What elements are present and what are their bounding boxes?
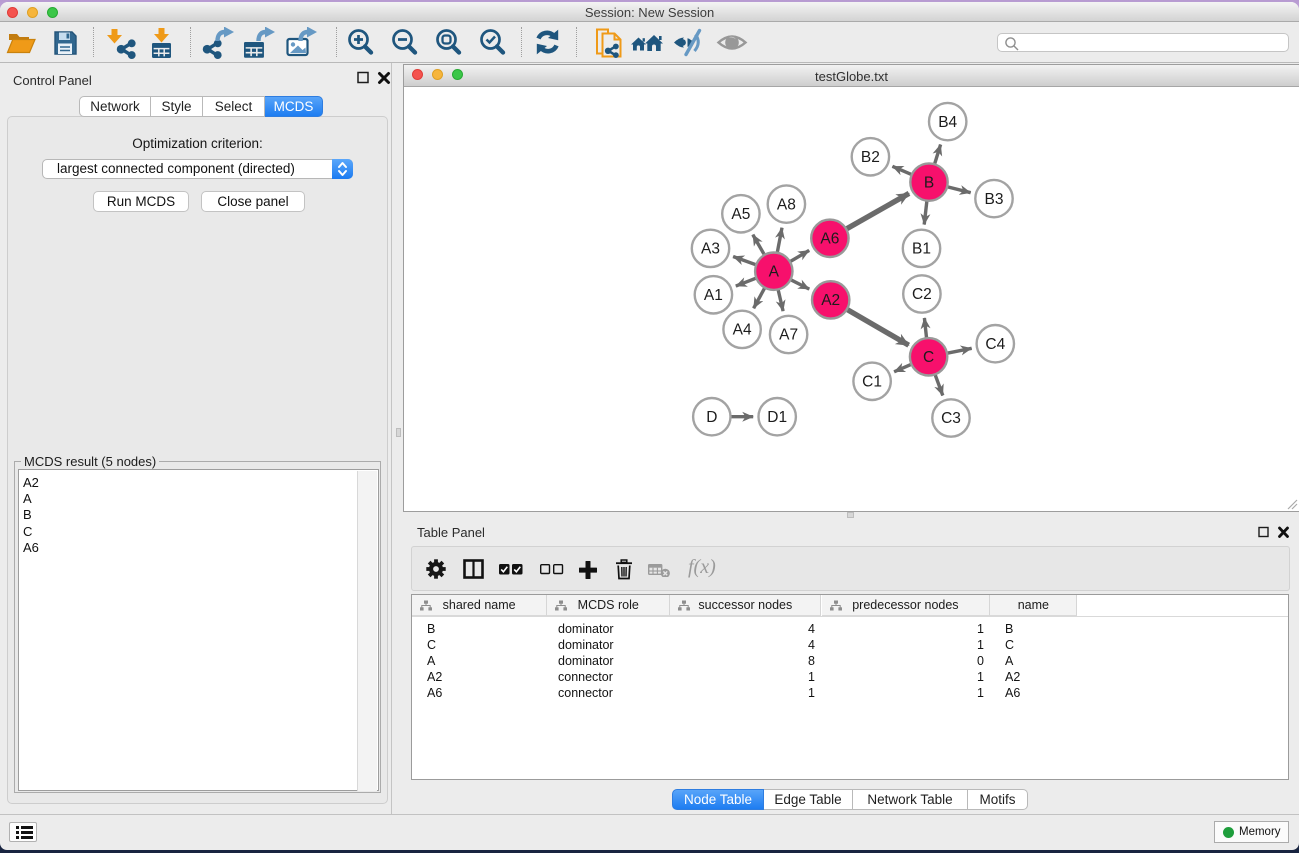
svg-text:B3: B3 xyxy=(985,191,1004,208)
svg-text:C4: C4 xyxy=(985,336,1005,353)
svg-text:A: A xyxy=(769,263,780,280)
svg-text:C2: C2 xyxy=(912,286,932,303)
svg-text:A6: A6 xyxy=(820,231,839,248)
svg-text:C: C xyxy=(923,349,934,366)
svg-text:A2: A2 xyxy=(821,292,840,309)
svg-text:B4: B4 xyxy=(938,114,957,131)
svg-text:B1: B1 xyxy=(912,241,931,258)
svg-text:A3: A3 xyxy=(701,241,720,258)
svg-text:A5: A5 xyxy=(731,206,750,223)
svg-text:C3: C3 xyxy=(941,410,961,427)
svg-text:A4: A4 xyxy=(733,322,752,339)
svg-text:A1: A1 xyxy=(704,287,723,304)
svg-text:B2: B2 xyxy=(861,149,880,166)
svg-text:B: B xyxy=(924,174,934,191)
svg-text:A7: A7 xyxy=(779,327,798,344)
svg-text:D: D xyxy=(706,409,717,426)
svg-text:C1: C1 xyxy=(862,374,882,391)
svg-text:D1: D1 xyxy=(767,409,787,426)
svg-text:A8: A8 xyxy=(777,196,796,213)
